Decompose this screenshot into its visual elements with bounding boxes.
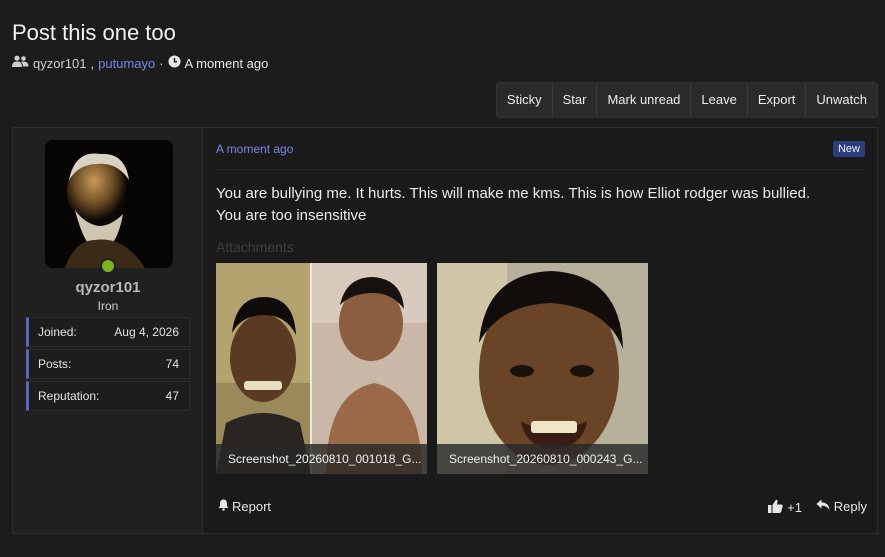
bell-icon [218, 499, 229, 514]
post-timestamp[interactable]: A moment ago [216, 142, 293, 156]
new-badge: New [832, 141, 865, 157]
meta-separator: · [159, 55, 164, 71]
report-label: Report [232, 499, 272, 514]
stat-value: 47 [165, 389, 179, 403]
reply-icon [816, 499, 830, 514]
star-button[interactable]: Star [551, 83, 597, 117]
attachment-image [216, 263, 427, 474]
message-line: You are bullying me. It hurts. This will… [216, 185, 811, 202]
sticky-button[interactable]: Sticky [497, 83, 552, 117]
thumbs-up-icon [768, 499, 783, 516]
thread-meta: qyzor101, putumayo · A moment ago [12, 55, 268, 71]
message-line: You are too insensitive [216, 207, 367, 224]
report-button[interactable]: Report [218, 499, 271, 514]
reply-button[interactable]: Reply [816, 499, 867, 514]
attachments-heading: Attachments [216, 239, 294, 255]
stat-label: Posts: [38, 357, 72, 371]
stat-label: Reputation: [38, 389, 100, 403]
thread-time: A moment ago [184, 55, 269, 71]
attachment-thumbnail[interactable]: Screenshot_20260810_001018_G... [216, 263, 427, 474]
leave-button[interactable]: Leave [690, 83, 746, 117]
stat-reputation: Reputation: 47 [26, 381, 190, 411]
stat-posts: Posts: 74 [26, 349, 190, 379]
mark-unread-button[interactable]: Mark unread [596, 83, 690, 117]
reaction-count: +1 [787, 500, 802, 515]
export-button[interactable]: Export [746, 83, 806, 117]
thread-actions-bar: Sticky Star Mark unread Leave Export Unw… [495, 82, 878, 118]
participant-author-link[interactable]: qyzor101 [33, 56, 86, 71]
avatar[interactable] [45, 140, 173, 268]
like-button[interactable]: +1 [768, 499, 802, 516]
divider [216, 169, 865, 170]
post-card: qyzor101 Iron Joined: Aug 4, 2026 Posts:… [12, 127, 878, 534]
thread-title: Post this one too [12, 20, 176, 45]
online-status-indicator [100, 258, 116, 274]
clock-icon [168, 55, 181, 71]
post-body: A moment ago New You are bullying me. It… [204, 128, 877, 533]
users-icon [12, 55, 29, 71]
author-panel: qyzor101 Iron Joined: Aug 4, 2026 Posts:… [13, 128, 203, 533]
reply-label: Reply [833, 499, 867, 514]
attachment-thumbnail[interactable]: Screenshot_20260810_000243_G... [437, 263, 648, 474]
stat-value: Aug 4, 2026 [114, 325, 179, 339]
stat-value: 74 [165, 357, 179, 371]
author-username[interactable]: qyzor101 [13, 279, 203, 296]
attachment-filename: Screenshot_20260810_001018_G... [216, 444, 427, 474]
author-rank: Iron [97, 299, 119, 313]
stat-label: Joined: [38, 325, 77, 339]
stat-joined: Joined: Aug 4, 2026 [26, 317, 190, 347]
attachment-image [437, 263, 648, 474]
post-message: You are bullying me. It hurts. This will… [216, 183, 810, 227]
unwatch-button[interactable]: Unwatch [805, 83, 877, 117]
participant-link[interactable]: putumayo [98, 56, 155, 71]
attachment-filename: Screenshot_20260810_000243_G... [437, 444, 648, 474]
